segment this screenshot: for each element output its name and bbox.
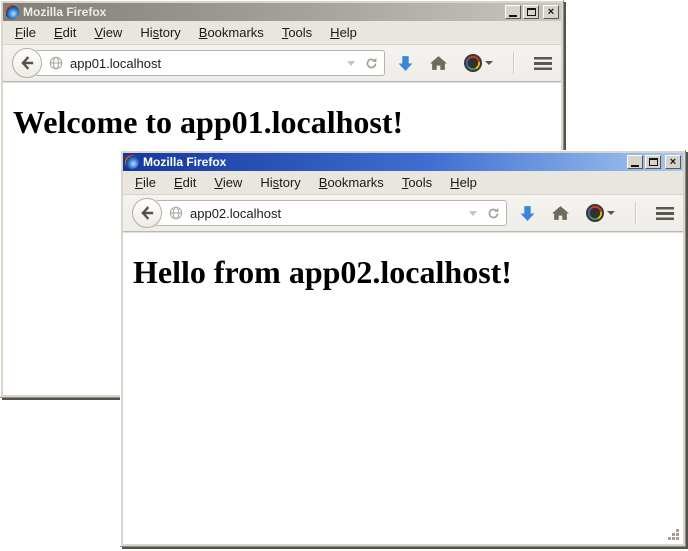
url-bar[interactable]: app02.localhost	[155, 200, 507, 226]
close-button[interactable]: ×	[543, 5, 559, 19]
window-title: Mozilla Firefox	[143, 155, 627, 169]
download-arrow-icon[interactable]	[398, 55, 413, 72]
maximize-icon	[649, 158, 658, 166]
resize-grip-icon[interactable]	[668, 529, 680, 541]
globe-icon	[169, 206, 183, 220]
back-arrow-icon	[19, 55, 35, 71]
toolbar-separator	[635, 202, 636, 224]
url-input[interactable]: app02.localhost	[190, 206, 469, 221]
hamburger-menu-icon[interactable]	[534, 57, 552, 70]
url-input[interactable]: app01.localhost	[70, 56, 347, 71]
titlebar: Mozilla Firefox ×	[123, 153, 683, 171]
menu-bookmarks[interactable]: Bookmarks	[190, 23, 273, 42]
page-content: Hello from app02.localhost!	[123, 232, 683, 544]
minimize-button[interactable]	[505, 5, 521, 19]
menu-view[interactable]: View	[85, 23, 131, 42]
url-bar[interactable]: app01.localhost	[35, 50, 385, 76]
maximize-icon	[527, 8, 536, 16]
menu-tools[interactable]: Tools	[393, 173, 441, 192]
maximize-button[interactable]	[523, 5, 539, 19]
firefox-logo-icon	[5, 5, 19, 19]
menu-bar: File Edit View History Bookmarks Tools H…	[123, 171, 683, 194]
menu-edit[interactable]: Edit	[165, 173, 205, 192]
close-icon: ×	[548, 7, 554, 17]
menu-file[interactable]: File	[126, 173, 165, 192]
search-engine-icon	[464, 54, 482, 72]
menu-help[interactable]: Help	[321, 23, 366, 42]
search-engine-icon	[586, 204, 604, 222]
menu-history[interactable]: History	[251, 173, 309, 192]
back-arrow-icon	[139, 205, 155, 221]
minimize-button[interactable]	[627, 155, 643, 169]
download-arrow-icon[interactable]	[520, 205, 535, 222]
menu-edit[interactable]: Edit	[45, 23, 85, 42]
menu-bar: File Edit View History Bookmarks Tools H…	[3, 21, 561, 44]
home-icon[interactable]	[552, 206, 569, 221]
menu-history[interactable]: History	[131, 23, 189, 42]
home-icon[interactable]	[430, 56, 447, 71]
page-heading: Welcome to app01.localhost!	[13, 104, 561, 141]
close-button[interactable]: ×	[665, 155, 681, 169]
search-engine-button[interactable]	[586, 204, 615, 222]
menu-tools[interactable]: Tools	[273, 23, 321, 42]
close-icon: ×	[670, 157, 676, 167]
titlebar: Mozilla Firefox ×	[3, 3, 561, 21]
globe-icon	[49, 56, 63, 70]
search-engine-button[interactable]	[464, 54, 493, 72]
reload-icon[interactable]	[365, 57, 378, 70]
back-button[interactable]	[132, 198, 162, 228]
back-button[interactable]	[12, 48, 42, 78]
hamburger-menu-icon[interactable]	[656, 207, 674, 220]
menu-view[interactable]: View	[205, 173, 251, 192]
minimize-icon	[509, 15, 517, 17]
page-heading: Hello from app02.localhost!	[133, 254, 683, 291]
chevron-down-icon	[485, 61, 493, 65]
navigation-toolbar: app01.localhost	[3, 44, 561, 82]
menu-help[interactable]: Help	[441, 173, 486, 192]
chevron-down-icon[interactable]	[469, 211, 477, 216]
toolbar-separator	[513, 52, 514, 74]
menu-bookmarks[interactable]: Bookmarks	[310, 173, 393, 192]
menu-file[interactable]: File	[6, 23, 45, 42]
maximize-button[interactable]	[645, 155, 661, 169]
navigation-toolbar: app02.localhost	[123, 194, 683, 232]
chevron-down-icon[interactable]	[347, 61, 355, 66]
reload-icon[interactable]	[487, 207, 500, 220]
toolbar-buttons	[520, 202, 674, 224]
firefox-logo-icon	[125, 155, 139, 169]
chevron-down-icon	[607, 211, 615, 215]
window-title: Mozilla Firefox	[23, 5, 505, 19]
browser-window-app02: Mozilla Firefox × File Edit View History…	[120, 150, 686, 547]
toolbar-buttons	[398, 52, 552, 74]
minimize-icon	[631, 165, 639, 167]
